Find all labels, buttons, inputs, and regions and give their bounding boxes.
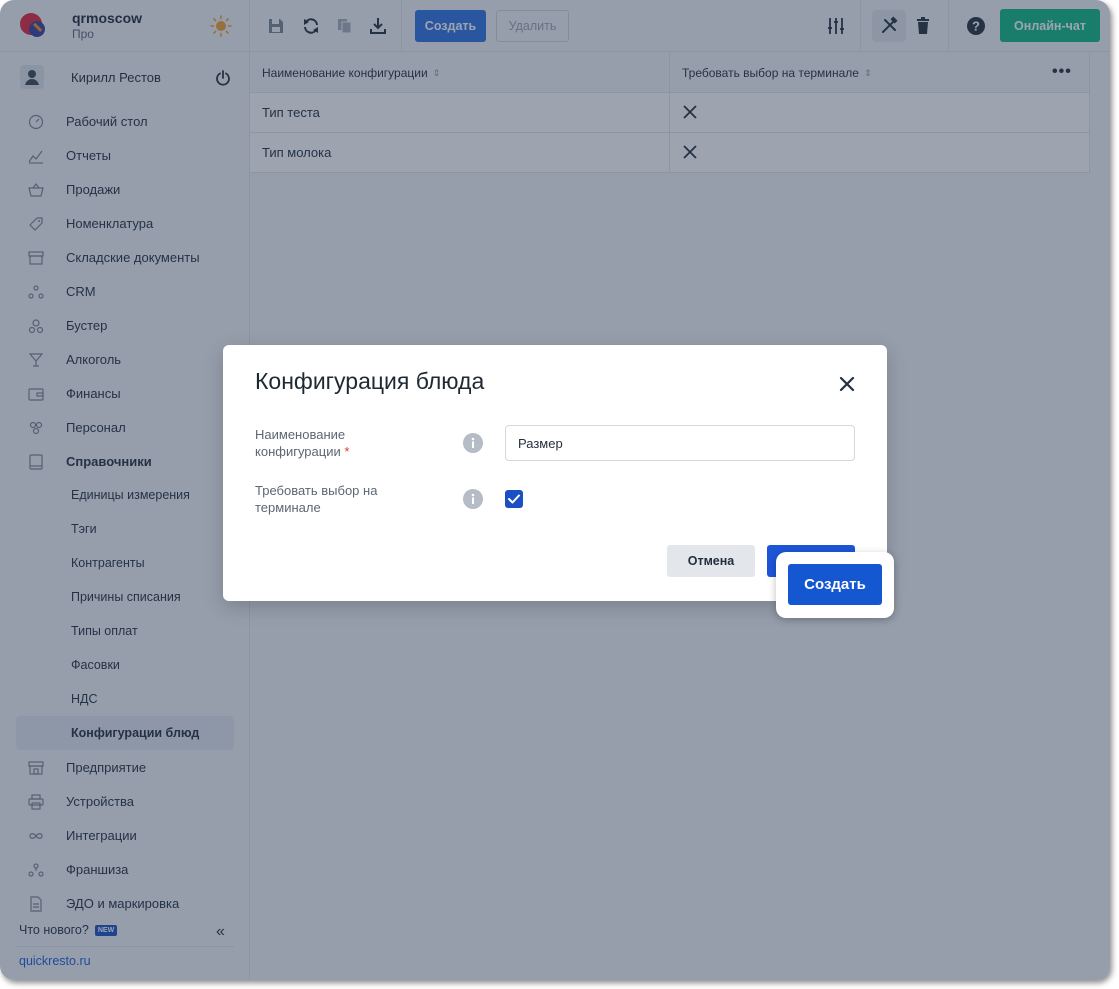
config-name-label: Наименование конфигурации *: [255, 426, 385, 460]
app-window: qrmoscow Про Кирилл Рестов Рабочий стол …: [0, 0, 1110, 980]
require-choice-label: Требовать выбор на терминале: [255, 483, 378, 515]
info-icon[interactable]: [463, 489, 483, 509]
require-choice-checkbox[interactable]: [505, 490, 523, 508]
close-icon[interactable]: [838, 375, 856, 393]
config-name-input[interactable]: Размер: [505, 425, 855, 461]
field-label-text: Наименование конфигурации: [255, 427, 346, 459]
info-icon[interactable]: [463, 433, 483, 453]
dialog-create-button[interactable]: Создать: [788, 564, 882, 605]
create-button-highlight: Создать: [776, 552, 894, 618]
check-icon: [508, 494, 520, 504]
dialog-title: Конфигурация блюда: [255, 368, 485, 394]
required-mark: *: [344, 444, 350, 459]
cancel-button[interactable]: Отмена: [667, 545, 755, 577]
